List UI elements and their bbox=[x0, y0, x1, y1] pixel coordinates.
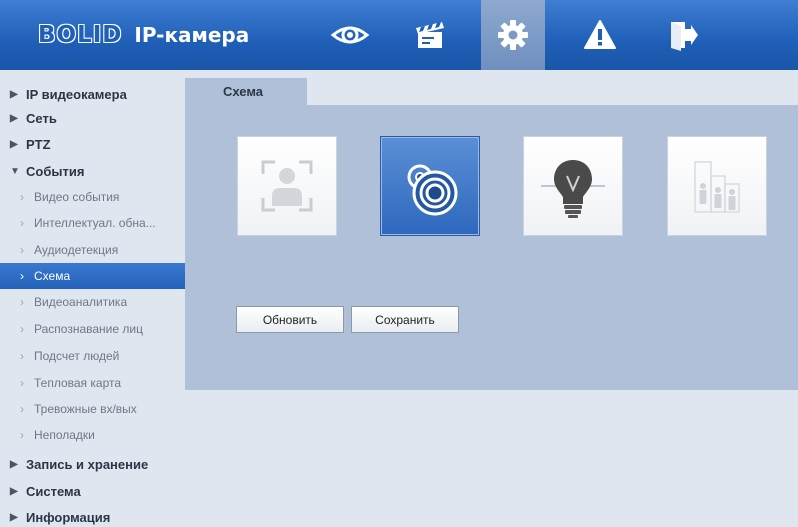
chevron-right-icon: › bbox=[20, 322, 24, 336]
sidebar-item-video-events[interactable]: › Видео события bbox=[0, 184, 185, 210]
sidebar-group-storage[interactable]: ▶ Запись и хранение bbox=[0, 451, 185, 477]
scheme-heat-map-tile[interactable] bbox=[523, 136, 623, 236]
sidebar-group-ip-camera[interactable]: ▶ IP видеокамера bbox=[0, 81, 185, 107]
sidebar-group-label: Информация bbox=[26, 509, 111, 525]
sidebar-item-scheme[interactable]: › Схема bbox=[0, 263, 185, 289]
sidebar-group-label: Система bbox=[26, 483, 81, 499]
scheme-panel: Схема Обновить Сохранить bbox=[185, 78, 798, 390]
sidebar-item-alarm-io[interactable]: › Тревожные вх/вых bbox=[0, 396, 185, 422]
nav-playback-button[interactable] bbox=[398, 5, 462, 65]
top-header: BOLID IP-камера bbox=[0, 0, 798, 70]
sidebar-item-faults[interactable]: › Неполадки bbox=[0, 422, 185, 448]
sidebar-group-label: События bbox=[26, 163, 85, 179]
triangle-right-icon: ▶ bbox=[10, 511, 18, 523]
triangle-right-icon: ▶ bbox=[10, 138, 18, 150]
triangle-right-icon: ▶ bbox=[10, 88, 18, 100]
nav-alarm-button[interactable] bbox=[568, 5, 632, 65]
face-detection-icon bbox=[261, 160, 313, 212]
nav-live-view-button[interactable] bbox=[318, 5, 382, 65]
chevron-right-icon: › bbox=[20, 402, 24, 416]
sidebar-item-label: Распознавание лиц bbox=[34, 322, 143, 336]
triangle-right-icon: ▶ bbox=[10, 485, 18, 497]
triangle-down-icon: ▼ bbox=[10, 165, 20, 177]
clapperboard-icon bbox=[416, 22, 444, 48]
nav-settings-button[interactable] bbox=[481, 0, 545, 70]
scheme-people-counting-tile[interactable] bbox=[667, 136, 767, 236]
save-button[interactable]: Сохранить bbox=[351, 306, 459, 333]
logo: BOLID IP-камера bbox=[38, 20, 249, 50]
sidebar-item-label: Подсчет людей bbox=[34, 349, 120, 363]
sidebar-item-label: Тревожные вх/вых bbox=[34, 402, 137, 416]
sidebar-item-heat-map[interactable]: › Тепловая карта bbox=[0, 370, 185, 396]
chevron-right-icon: › bbox=[20, 295, 24, 309]
logout-icon bbox=[671, 22, 698, 51]
sidebar-item-label: Видео события bbox=[34, 190, 120, 204]
heat-map-icon bbox=[541, 160, 605, 218]
sidebar-item-label: Аудиодетекция bbox=[34, 243, 119, 257]
sidebar-item-audio-detection[interactable]: › Аудиодетекция bbox=[0, 237, 185, 263]
sidebar-item-label: Видеоаналитика bbox=[34, 295, 128, 309]
chevron-right-icon: › bbox=[20, 376, 24, 390]
people-counting-icon bbox=[694, 161, 740, 213]
scheme-fisheye-tile[interactable] bbox=[380, 136, 480, 236]
sidebar-group-label: Сеть bbox=[26, 110, 57, 126]
sidebar-item-people-counting[interactable]: › Подсчет людей bbox=[0, 343, 185, 369]
sidebar-group-info[interactable]: ▶ Информация bbox=[0, 504, 185, 527]
chevron-right-icon: › bbox=[20, 349, 24, 363]
app-window: BOLID IP-камера ▶ IP видеокамера ▶ Сеть … bbox=[0, 0, 798, 527]
refresh-button[interactable]: Обновить bbox=[236, 306, 344, 333]
eye-icon bbox=[330, 26, 370, 44]
sidebar-group-network[interactable]: ▶ Сеть bbox=[0, 105, 185, 131]
fisheye-camera-icon bbox=[407, 164, 458, 216]
sidebar-item-label: Интеллектуал. обна... bbox=[34, 216, 156, 230]
chevron-right-icon: › bbox=[20, 428, 24, 442]
warning-icon bbox=[584, 20, 616, 49]
scheme-face-detection-tile[interactable] bbox=[237, 136, 337, 236]
sidebar: ▶ IP видеокамера ▶ Сеть ▶ PTZ ▼ События … bbox=[0, 70, 185, 527]
sidebar-group-label: Запись и хранение bbox=[26, 456, 149, 472]
tab-scheme[interactable]: Схема bbox=[185, 78, 307, 105]
sidebar-group-ptz[interactable]: ▶ PTZ bbox=[0, 131, 185, 157]
gear-icon bbox=[498, 20, 528, 50]
sidebar-item-face-recognition[interactable]: › Распознавание лиц bbox=[0, 316, 185, 342]
sidebar-group-label: PTZ bbox=[26, 136, 51, 152]
sidebar-group-system[interactable]: ▶ Система bbox=[0, 478, 185, 504]
product-title: IP-камера bbox=[134, 23, 250, 47]
sidebar-item-intelligent-detection[interactable]: › Интеллектуал. обна... bbox=[0, 210, 185, 236]
tab-bar: Схема bbox=[185, 78, 798, 105]
sidebar-item-label: Схема bbox=[34, 269, 71, 283]
chevron-right-icon: › bbox=[20, 243, 24, 257]
chevron-right-icon: › bbox=[20, 216, 24, 230]
chevron-right-icon: › bbox=[20, 190, 24, 204]
sidebar-item-label: Тепловая карта bbox=[34, 376, 122, 390]
triangle-right-icon: ▶ bbox=[10, 112, 18, 124]
sidebar-item-video-analytics[interactable]: › Видеоаналитика bbox=[0, 289, 185, 315]
sidebar-group-label: IP видеокамера bbox=[26, 86, 127, 102]
brand-logo: BOLID bbox=[38, 22, 123, 48]
triangle-right-icon: ▶ bbox=[10, 458, 18, 470]
chevron-right-icon: › bbox=[20, 269, 24, 283]
nav-logout-button[interactable] bbox=[651, 5, 715, 65]
sidebar-group-events[interactable]: ▼ События bbox=[0, 158, 185, 184]
sidebar-item-label: Неполадки bbox=[34, 428, 95, 442]
